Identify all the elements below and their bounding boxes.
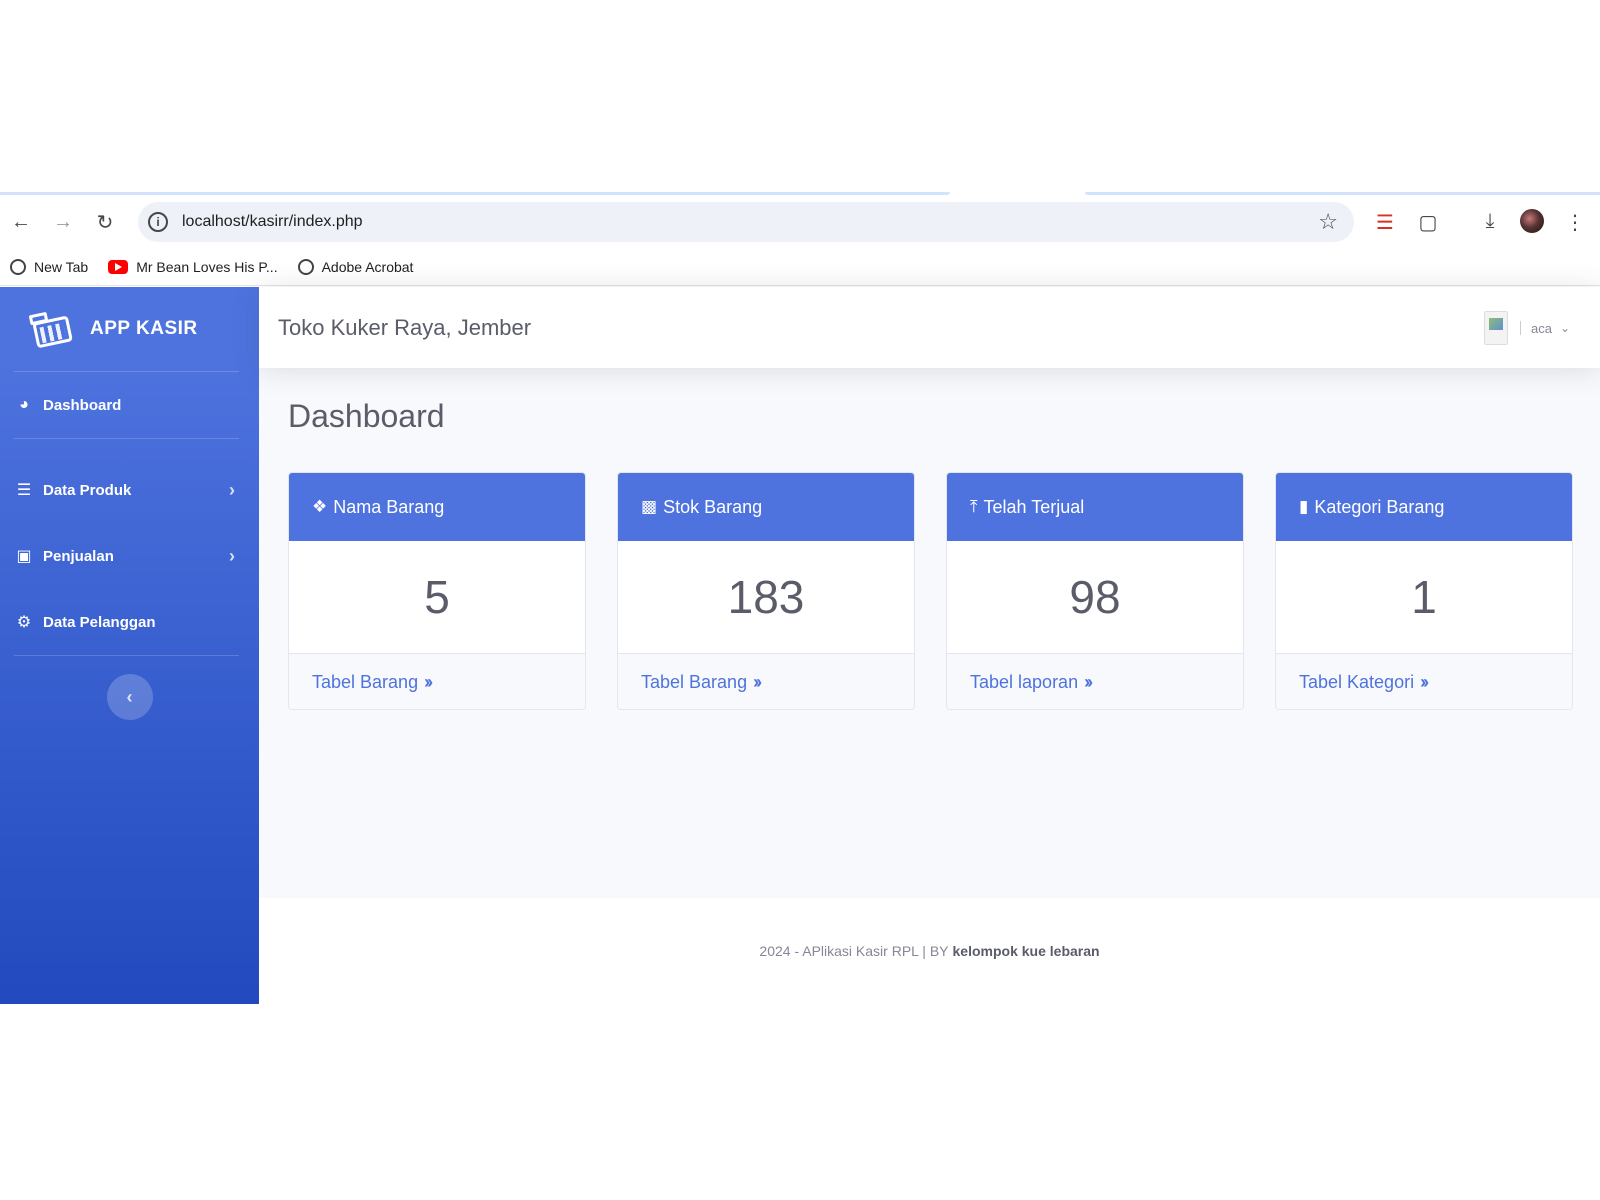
- card-value: 5: [289, 541, 585, 654]
- card-link-label: Tabel Barang: [641, 672, 748, 692]
- bookmark-mr-bean[interactable]: Mr Bean Loves His P...: [108, 258, 278, 275]
- card-title: Kategori Barang: [1314, 496, 1445, 517]
- card-header: ▩ Stok Barang: [618, 473, 914, 541]
- extension-shield-icon[interactable]: ☰: [1372, 210, 1398, 235]
- bookmark-new-tab[interactable]: New Tab: [10, 258, 89, 275]
- card-title: Nama Barang: [333, 496, 445, 517]
- globe-icon: [297, 258, 314, 275]
- angle-double-right-icon: ››: [424, 672, 433, 692]
- footer: 2024 - APlikasi Kasir RPL | BY kelompok …: [259, 898, 1600, 1004]
- topbar: Toko Kuker Raya, Jember aca ⌄: [259, 287, 1600, 368]
- menu-dots-icon[interactable]: ⋮: [1562, 210, 1588, 235]
- store-name: Toko Kuker Raya, Jember: [278, 314, 532, 340]
- user-avatar: [1483, 311, 1508, 345]
- angle-double-right-icon: ››: [1420, 672, 1429, 692]
- sidebar-item-data-produk[interactable]: ☰ Data Produk ›: [0, 457, 259, 523]
- footer-author: kelompok kue lebaran: [952, 943, 1100, 959]
- page-title: Dashboard: [288, 398, 445, 434]
- sidebar-item-label: Data Pelanggan: [43, 613, 156, 631]
- bookmark-adobe-acrobat[interactable]: Adobe Acrobat: [297, 258, 414, 275]
- card-value: 183: [618, 541, 914, 654]
- sidebar-item-label: Dashboard: [43, 396, 122, 414]
- forward-icon[interactable]: →: [50, 209, 76, 235]
- chevron-down-icon: ⌄: [1559, 321, 1570, 335]
- sidebar-item-data-pelanggan[interactable]: ⚙ Data Pelanggan: [0, 589, 259, 655]
- card-nama-barang: ❖ Nama Barang 5 Tabel Barang ››: [288, 472, 586, 710]
- browser-toolbar: ← → ↻ i localhost/kasirr/index.php ☆ ☰ ▢…: [0, 198, 1600, 246]
- card-link-label: Tabel Barang: [312, 672, 419, 692]
- card-header: ❖ Nama Barang: [289, 473, 585, 541]
- card-kategori-barang: ▮ Kategori Barang 1 Tabel Kategori ››: [1275, 472, 1573, 710]
- cash-register-icon: [26, 305, 77, 353]
- brand[interactable]: APP KASIR: [0, 287, 259, 371]
- site-info-icon[interactable]: i: [148, 212, 168, 232]
- youtube-icon: [108, 259, 129, 274]
- tab-strip: [0, 192, 1600, 197]
- sidebar-item-penjualan[interactable]: ▣ Penjualan ›: [0, 523, 259, 589]
- stat-cards: ❖ Nama Barang 5 Tabel Barang ›› ▩ Stok B…: [288, 472, 1573, 710]
- chevron-right-icon: ›: [229, 545, 235, 566]
- card-link-label: Tabel Kategori: [1299, 672, 1415, 692]
- url-text[interactable]: localhost/kasirr/index.php: [182, 213, 363, 231]
- card-value: 1: [1276, 541, 1572, 654]
- download-icon[interactable]: ⤓: [1477, 210, 1503, 233]
- app: APP KASIR ◕ Dashboard ☰ Data Produk › ▣ …: [0, 287, 1600, 1004]
- bookmark-label: Adobe Acrobat: [321, 258, 414, 275]
- card-link-tabel-barang[interactable]: Tabel Barang ››: [289, 654, 585, 709]
- card-title: Telah Terjual: [983, 496, 1085, 517]
- card-link-tabel-laporan[interactable]: Tabel laporan ››: [947, 654, 1243, 709]
- database-icon: ☰: [16, 482, 32, 499]
- globe-icon: [10, 258, 26, 275]
- sidebar-item-label: Penjualan: [43, 547, 114, 565]
- main-content: Toko Kuker Raya, Jember aca ⌄ Dashboard …: [259, 287, 1600, 1004]
- card-link-tabel-barang[interactable]: Tabel Barang ››: [618, 654, 914, 709]
- card-stok-barang: ▩ Stok Barang 183 Tabel Barang ››: [617, 472, 915, 710]
- user-name: aca: [1530, 320, 1552, 336]
- bookmark-label: Mr Bean Loves His P...: [136, 258, 278, 275]
- card-header: ▮ Kategori Barang: [1276, 473, 1572, 541]
- chart-bar-icon: ▩: [641, 497, 658, 516]
- angle-double-right-icon: ››: [753, 672, 762, 692]
- sidebar-item-dashboard[interactable]: ◕ Dashboard: [0, 372, 259, 438]
- back-icon[interactable]: ←: [8, 209, 34, 235]
- card-telah-terjual: ⤒ Telah Terjual 98 Tabel laporan ››: [946, 472, 1244, 710]
- sidebar-item-label: Data Produk: [43, 481, 132, 499]
- card-link-tabel-kategori[interactable]: Tabel Kategori ››: [1276, 654, 1572, 709]
- card-header: ⤒ Telah Terjual: [947, 473, 1243, 541]
- brand-name: APP KASIR: [90, 318, 198, 339]
- sidebar-toggle-button[interactable]: ‹: [106, 674, 153, 720]
- cogs-icon: ⚙: [16, 614, 32, 631]
- upload-icon: ⤒: [970, 497, 978, 516]
- footer-text: 2024 - APlikasi Kasir RPL | BY: [759, 943, 949, 959]
- address-bar[interactable]: i localhost/kasirr/index.php ☆: [138, 202, 1354, 242]
- card-title: Stok Barang: [663, 496, 763, 517]
- angle-double-right-icon: ››: [1084, 672, 1093, 692]
- bookmark-star-icon[interactable]: ☆: [1318, 209, 1338, 235]
- sidebar-divider: [14, 655, 239, 656]
- cubes-icon: ❖: [312, 497, 328, 516]
- card-value: 98: [947, 541, 1243, 654]
- profile-avatar[interactable]: [1520, 209, 1544, 233]
- user-dropdown[interactable]: aca ⌄: [1483, 311, 1570, 345]
- bookmarks-bar: New Tab Mr Bean Loves His P... Adobe Acr…: [0, 248, 1600, 286]
- extensions-puzzle-icon[interactable]: ▢: [1415, 210, 1441, 235]
- reload-icon[interactable]: ↻: [92, 209, 118, 235]
- screen: ← → ↻ i localhost/kasirr/index.php ☆ ☰ ▢…: [0, 192, 1600, 1004]
- bookmark-label: New Tab: [34, 258, 89, 275]
- chevron-right-icon: ›: [229, 479, 235, 500]
- sidebar: APP KASIR ◕ Dashboard ☰ Data Produk › ▣ …: [0, 287, 259, 1004]
- bookmark-icon: ▮: [1299, 497, 1309, 516]
- desktop-icon: ▣: [16, 548, 32, 565]
- card-link-label: Tabel laporan: [970, 672, 1079, 692]
- tachometer-icon: ◕: [19, 396, 29, 413]
